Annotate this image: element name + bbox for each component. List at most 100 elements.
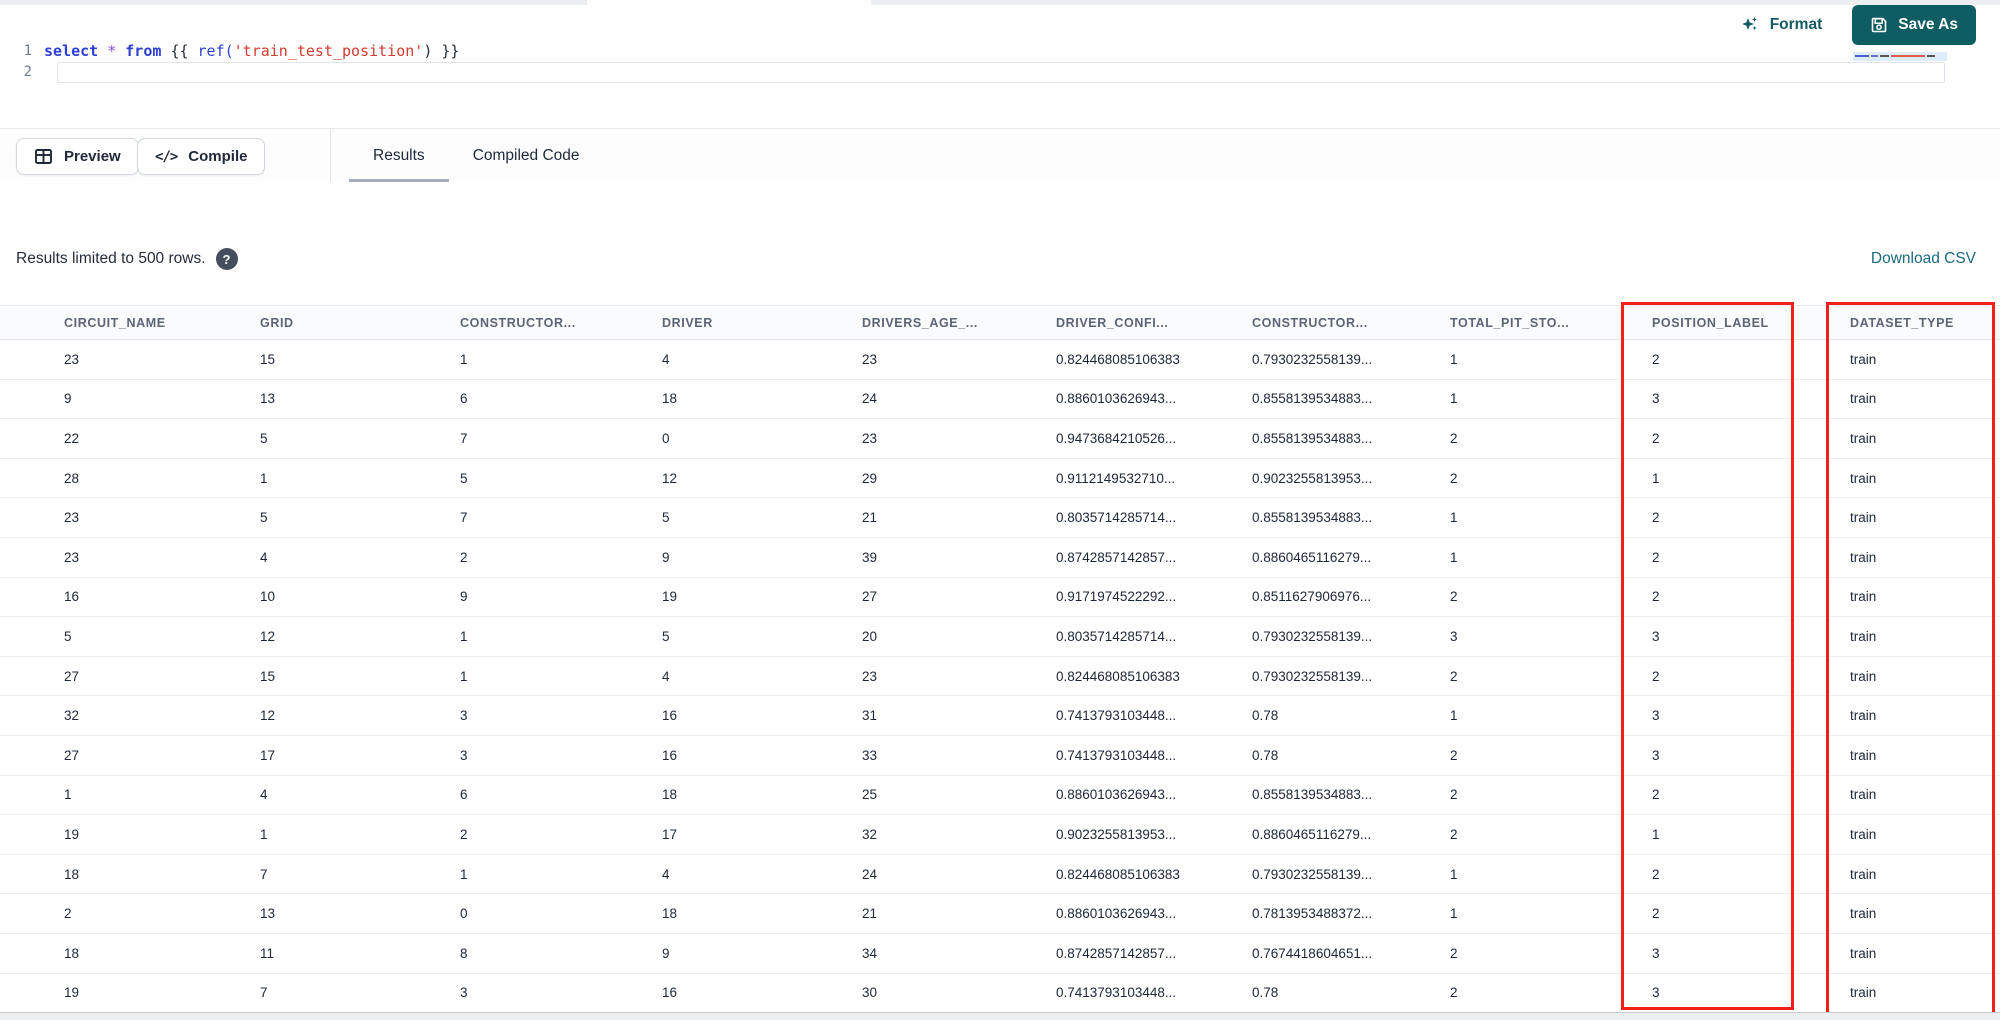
column-header[interactable]: CIRCUIT_NAME: [0, 305, 244, 340]
table-row[interactable]: 9 13 6 18 24 0.8860103626943... 0.855813953488…: [0, 379, 2000, 420]
table-row[interactable]: 19 1 2 17 32 0.9023255813953... 0.886046511627…: [0, 814, 2000, 855]
table-cell: 6: [444, 379, 646, 420]
table-row[interactable]: 16 10 9 19 27 0.9171974522292... 0.85116279069…: [0, 577, 2000, 618]
table-cell: 5: [646, 497, 846, 538]
table-cell: 2: [1636, 656, 1834, 697]
table-cell: 0.8860103626943...: [1040, 775, 1236, 816]
table-cell: 0.7413793103448...: [1040, 735, 1236, 776]
column-header[interactable]: DATASET_TYPE: [1834, 305, 2000, 340]
table-cell: 2: [1636, 339, 1834, 380]
table-cell: 0.9473684210526...: [1040, 418, 1236, 459]
table-cell: 0.8558139534883...: [1236, 418, 1434, 459]
column-header[interactable]: DRIVER_CONFI...: [1040, 305, 1236, 340]
column-header[interactable]: TOTAL_PIT_STO...: [1434, 305, 1636, 340]
table-cell: 2: [1636, 418, 1834, 459]
table-cell: 2: [1636, 854, 1834, 895]
preview-button-label: Preview: [64, 148, 121, 165]
bottom-scrollbar-track[interactable]: [0, 1012, 2000, 1020]
table-cell: 1: [1434, 695, 1636, 736]
table-cell: train: [1834, 497, 2000, 538]
table-cell: 1: [1434, 537, 1636, 578]
sql-editor[interactable]: Format Save As 1 select * from {{ ref('t…: [0, 5, 2000, 128]
compile-button-label: Compile: [188, 148, 248, 165]
table-cell: 18: [646, 379, 846, 420]
table-cell: 12: [646, 458, 846, 499]
column-header[interactable]: DRIVERS_AGE_...: [846, 305, 1040, 340]
column-header[interactable]: POSITION_LABEL: [1636, 305, 1834, 340]
table-cell: 12: [244, 616, 444, 657]
compile-button[interactable]: </> Compile: [137, 138, 266, 175]
table-cell: 23: [846, 418, 1040, 459]
tab-compiled-code[interactable]: Compiled Code: [449, 129, 604, 182]
column-header[interactable]: GRID: [244, 305, 444, 340]
table-cell: 10: [244, 577, 444, 618]
table-cell: 21: [846, 497, 1040, 538]
table-cell: 2: [1434, 656, 1636, 697]
code-line-2[interactable]: 2: [0, 62, 44, 82]
table-row[interactable]: 2 13 0 18 21 0.8860103626943... 0.781395348837…: [0, 893, 2000, 934]
save-icon: [1870, 16, 1888, 34]
preview-button[interactable]: Preview: [16, 138, 139, 175]
table-cell: train: [1834, 577, 2000, 618]
table-cell: 23: [0, 537, 244, 578]
line-number-2: 2: [23, 64, 32, 80]
table-cell: 2: [1636, 537, 1834, 578]
table-cell: 3: [1636, 616, 1834, 657]
table-row[interactable]: 22 5 7 0 23 0.9473684210526... 0.8558139534883…: [0, 418, 2000, 459]
table-cell: 28: [0, 458, 244, 499]
table-row[interactable]: 23 4 2 9 39 0.8742857142857... 0.8860465116279…: [0, 537, 2000, 578]
code-token: from: [125, 42, 162, 60]
help-icon[interactable]: ?: [215, 248, 238, 270]
table-cell: train: [1834, 537, 2000, 578]
table-row[interactable]: 23 15 1 4 23 0.824468085106383 0.7930232558139…: [0, 339, 2000, 380]
table-cell: 0.8558139534883...: [1236, 379, 1434, 420]
table-cell: 18: [646, 893, 846, 934]
column-header[interactable]: CONSTRUCTOR...: [1236, 305, 1434, 340]
format-button[interactable]: Format: [1736, 7, 1827, 43]
table-cell: 16: [646, 695, 846, 736]
table-cell: 0.7930232558139...: [1236, 339, 1434, 380]
table-cell: 31: [846, 695, 1040, 736]
save-as-button[interactable]: Save As: [1852, 5, 1976, 45]
table-cell: 1: [1434, 339, 1636, 380]
table-cell: 3: [1434, 616, 1636, 657]
table-cell: 7: [244, 854, 444, 895]
download-csv-link[interactable]: Download CSV: [1871, 250, 1976, 268]
table-row[interactable]: 18 7 1 4 24 0.824468085106383 0.7930232558139.…: [0, 854, 2000, 895]
table-cell: 12: [244, 695, 444, 736]
table-header-row: CIRCUIT_NAME GRID CONSTRUCTOR... DRIVER DRIV…: [0, 305, 2000, 340]
column-header[interactable]: DRIVER: [646, 305, 846, 340]
table-row[interactable]: 19 7 3 16 30 0.7413793103448... 0.78 2 3 train: [0, 973, 2000, 1014]
tab-results[interactable]: Results: [349, 129, 449, 182]
table-row[interactable]: 28 1 5 12 29 0.9112149532710... 0.902325581395…: [0, 458, 2000, 499]
table-row[interactable]: 18 11 8 9 34 0.8742857142857... 0.767441860465…: [0, 933, 2000, 974]
table-cell: 16: [646, 973, 846, 1014]
table-cell: 0.7930232558139...: [1236, 854, 1434, 895]
table-cell: 0.8860103626943...: [1040, 379, 1236, 420]
table-cell: 4: [646, 656, 846, 697]
table-cell: 0.7930232558139...: [1236, 616, 1434, 657]
table-row[interactable]: 23 5 7 5 21 0.8035714285714... 0.8558139534883…: [0, 497, 2000, 538]
table-cell: 5: [244, 497, 444, 538]
table-row[interactable]: 5 12 1 5 20 0.8035714285714... 0.7930232558139…: [0, 616, 2000, 657]
table-cell: train: [1834, 379, 2000, 420]
table-row[interactable]: 32 12 3 16 31 0.7413793103448... 0.78 1 3 train: [0, 695, 2000, 736]
table-row[interactable]: 1 4 6 18 25 0.8860103626943... 0.8558139534883…: [0, 775, 2000, 816]
table-cell: 0.9023255813953...: [1040, 814, 1236, 855]
table-cell: train: [1834, 418, 2000, 459]
line-number-1: 1: [23, 43, 32, 59]
table-row[interactable]: 27 17 3 16 33 0.7413793103448... 0.78 2 3 train: [0, 735, 2000, 776]
editor-minimap[interactable]: [1853, 52, 1947, 61]
table-cell: 0.8742857142857...: [1040, 537, 1236, 578]
table-cell: 17: [244, 735, 444, 776]
column-header[interactable]: CONSTRUCTOR...: [444, 305, 646, 340]
table-cell: 0.7813953488372...: [1236, 893, 1434, 934]
table-cell: train: [1834, 458, 2000, 499]
table-cell: 9: [0, 379, 244, 420]
table-row[interactable]: 27 15 1 4 23 0.824468085106383 0.7930232558139…: [0, 656, 2000, 697]
table-cell: 5: [444, 458, 646, 499]
table-cell: train: [1834, 973, 2000, 1014]
code-line-1[interactable]: 1 select * from {{ ref('train_test_posit…: [0, 41, 460, 61]
code-token: }}: [432, 42, 460, 60]
